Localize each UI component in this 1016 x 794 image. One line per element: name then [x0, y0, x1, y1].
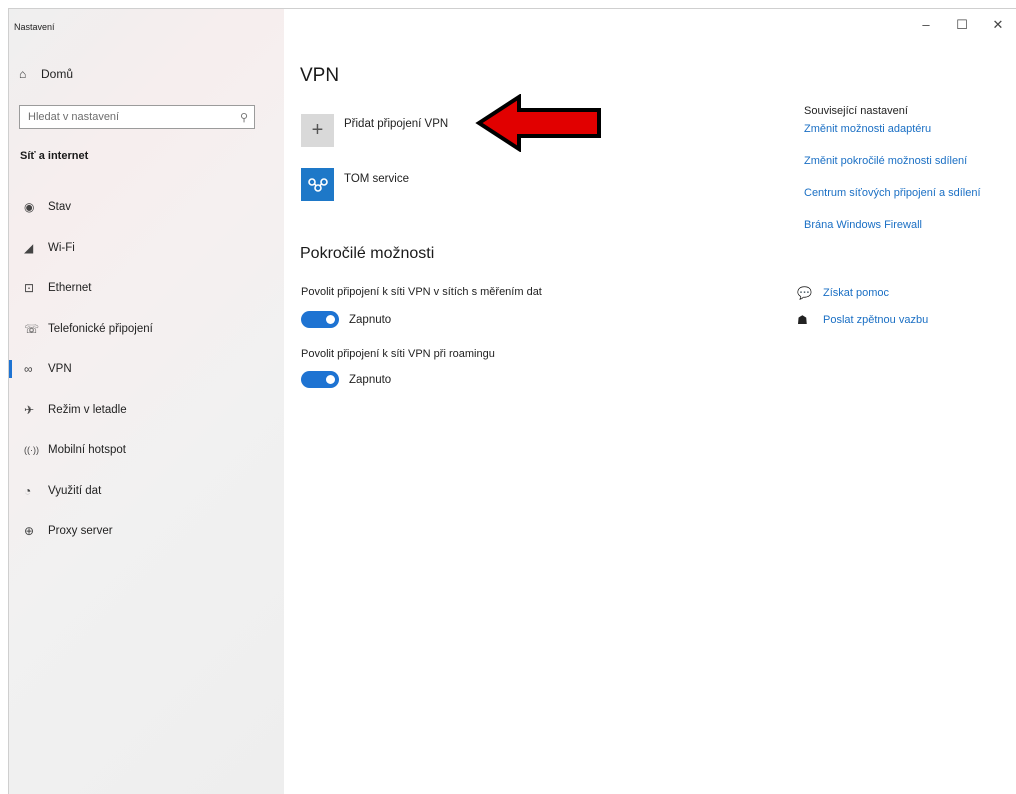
sidebar-item-proxy[interactable]: ⊕ Proxy server: [9, 511, 284, 552]
network-center-link[interactable]: Centrum síťových připojení a sdílení: [804, 187, 1016, 199]
wifi-icon: ◢: [24, 240, 34, 255]
roaming-toggle[interactable]: [301, 371, 339, 388]
ethernet-icon: ⊡: [24, 281, 35, 296]
vpn-connection-name: TOM service: [344, 173, 409, 185]
sidebar-item-label: Telefonické připojení: [48, 322, 153, 335]
sidebar-item-status[interactable]: ◉ Stav: [9, 187, 284, 228]
red-arrow-annotation: [475, 94, 601, 152]
home-icon: ⌂: [19, 67, 27, 81]
search-box[interactable]: ⚲: [19, 105, 255, 129]
metered-toggle[interactable]: [301, 311, 339, 328]
related-settings: Související nastavení Změnit možnosti ad…: [804, 105, 1016, 231]
page-title: VPN: [300, 65, 340, 86]
feedback-icon: ☗: [797, 313, 808, 327]
sidebar-item-label: Režim v letadle: [48, 403, 127, 416]
sidebar-item-label: Stav: [48, 201, 72, 214]
status-globe-icon: ◉: [24, 200, 35, 215]
data-usage-icon: ◔: [24, 483, 32, 498]
home-link[interactable]: ⌂ Domů: [19, 67, 73, 81]
settings-window: Nastavení ⌂ Domů ⚲ Síť a internet ◉ Stav…: [8, 8, 1016, 794]
window-controls: – ☐ ✕: [908, 17, 1016, 33]
sidebar-item-vpn[interactable]: ∞ VPN: [9, 349, 284, 390]
sidebar-item-label: Mobilní hotspot: [48, 444, 126, 457]
sidebar-item-label: VPN: [48, 363, 72, 376]
firewall-link[interactable]: Brána Windows Firewall: [804, 219, 1016, 231]
sidebar-item-ethernet[interactable]: ⊡ Ethernet: [9, 268, 284, 309]
roaming-toggle-row: Zapnuto: [301, 371, 391, 388]
close-button[interactable]: ✕: [980, 17, 1016, 33]
roaming-toggle-state: Zapnuto: [349, 373, 392, 386]
roaming-option-label: Povolit připojení k síti VPN při roaming…: [301, 348, 495, 360]
metered-option-label: Povolit připojení k síti VPN v sítích s …: [301, 286, 542, 298]
sharing-options-link[interactable]: Změnit pokročilé možnosti sdílení: [804, 155, 1016, 167]
sidebar-nav: ◉ Stav ◢ Wi-Fi ⊡ Ethernet ☏ Telefonické …: [9, 187, 284, 552]
metered-toggle-state: Zapnuto: [349, 313, 392, 326]
sidebar-item-mobile-hotspot[interactable]: ((·)) Mobilní hotspot: [9, 430, 284, 471]
send-feedback-link[interactable]: ☗ Poslat zpětnou vazbu: [797, 313, 928, 327]
help-chat-icon: 💬: [797, 286, 812, 300]
sidebar-item-wifi[interactable]: ◢ Wi-Fi: [9, 228, 284, 269]
dialup-icon: ☏: [24, 321, 40, 336]
sidebar-item-dialup[interactable]: ☏ Telefonické připojení: [9, 309, 284, 350]
advanced-options-title: Pokročilé možnosti: [300, 245, 435, 262]
add-vpn-label: Přidat připojení VPN: [344, 118, 449, 130]
hotspot-icon: ((·)): [24, 445, 39, 456]
related-settings-heading: Související nastavení: [804, 105, 908, 117]
sidebar-item-label: Využití dat: [48, 484, 102, 497]
sidebar-item-label: Wi-Fi: [48, 241, 75, 254]
sidebar-item-data-usage[interactable]: ◔ Využití dat: [9, 471, 284, 512]
vpn-connection-icon: [301, 168, 334, 201]
vpn-icon: ∞: [24, 362, 33, 377]
add-vpn-button[interactable]: + Přidat připojení VPN: [301, 114, 448, 147]
sidebar-item-airplane-mode[interactable]: ✈ Režim v letadle: [9, 390, 284, 431]
sidebar-item-label: Ethernet: [48, 282, 92, 295]
minimize-button[interactable]: –: [908, 17, 944, 33]
section-title: Síť a internet: [20, 150, 89, 162]
main-content: VPN + Přidat připojení VPN TOM service P…: [284, 9, 1016, 794]
maximize-button[interactable]: ☐: [944, 17, 980, 33]
add-icon: +: [301, 114, 334, 147]
proxy-globe-icon: ⊕: [24, 524, 35, 539]
get-help-link[interactable]: 💬 Získat pomoc: [797, 286, 889, 300]
sidebar: Nastavení ⌂ Domů ⚲ Síť a internet ◉ Stav…: [9, 9, 284, 794]
app-title: Nastavení: [14, 22, 55, 32]
search-icon[interactable]: ⚲: [240, 111, 248, 124]
adapter-options-link[interactable]: Změnit možnosti adaptéru: [804, 123, 1016, 135]
send-feedback-label: Poslat zpětnou vazbu: [823, 314, 929, 326]
airplane-icon: ✈: [24, 402, 35, 417]
sidebar-item-label: Proxy server: [48, 525, 113, 538]
metered-toggle-row: Zapnuto: [301, 311, 391, 328]
get-help-label: Získat pomoc: [823, 287, 890, 299]
home-label: Domů: [41, 67, 74, 81]
vpn-connection-item[interactable]: TOM service: [301, 168, 409, 201]
search-input[interactable]: [28, 111, 218, 123]
